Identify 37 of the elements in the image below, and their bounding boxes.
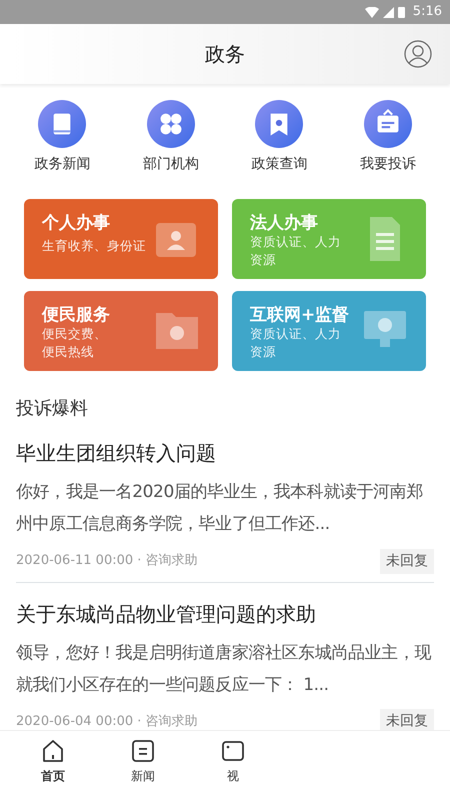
- card-subtitle: 便民交费、 便民热线: [42, 325, 107, 360]
- book-icon[interactable]: [38, 100, 86, 148]
- post-meta: 2020-06-11 00:00 · 咨询求助: [16, 552, 198, 570]
- tab-item[interactable]: 视: [188, 731, 278, 798]
- shortcut-label[interactable]: 我要投诉: [360, 154, 416, 175]
- service-card[interactable]: 个人办事 生育收养、身份证: [24, 199, 218, 279]
- card-title: 便民服务: [42, 305, 111, 326]
- section-title: 投诉爆料: [16, 397, 89, 421]
- post-meta: 2020-06-04 00:00 · 咨询求助: [16, 712, 198, 731]
- tab-item[interactable]: 新闻: [98, 731, 188, 798]
- card-title: 个人办事: [42, 213, 111, 234]
- home-icon: [41, 739, 65, 763]
- news-icon: [131, 739, 155, 763]
- page-title: 政务: [205, 42, 245, 66]
- shortcut-label[interactable]: 部门机构: [142, 154, 199, 175]
- status-tag: 未回复: [380, 548, 434, 574]
- battery-icon: [398, 6, 405, 18]
- card-title: 互联网+监督: [250, 305, 350, 326]
- card-subtitle: 生育收养、身份证: [42, 237, 146, 255]
- wifi-icon: [364, 6, 379, 18]
- shortcut-label[interactable]: 政策查询: [251, 154, 308, 175]
- card-title: 法人办事: [250, 213, 319, 234]
- post-excerpt: 你好，我是一名2020届的毕业生，我本科就读于河南郑州中原工信息商务学院，毕业了但工作还...: [16, 481, 424, 536]
- post-title[interactable]: 毕业生团组织转入问题: [16, 438, 434, 468]
- video-icon: [221, 739, 245, 763]
- card-subtitle: 资质认证、人力 资源: [250, 233, 341, 268]
- grid-icon[interactable]: [146, 100, 195, 148]
- card-subtitle: 资质认证、人力 资源: [250, 325, 341, 360]
- signal-icon: [382, 6, 394, 18]
- profile-icon[interactable]: [404, 40, 432, 68]
- bookmark-icon[interactable]: [255, 100, 304, 148]
- tab-item[interactable]: 首页: [8, 731, 98, 798]
- shortcut-label[interactable]: 政务新闻: [34, 154, 90, 175]
- status-time: 5:16: [412, 3, 442, 22]
- post-excerpt: 领导，您好！我是启明街道唐家溶社区东城尚品业主，现就我们小区存在的一些问题反应一下： 1...: [16, 642, 432, 697]
- clipboard-icon[interactable]: [364, 100, 412, 148]
- post-title[interactable]: 关于东城尚品物业管理问题的求助: [16, 598, 434, 629]
